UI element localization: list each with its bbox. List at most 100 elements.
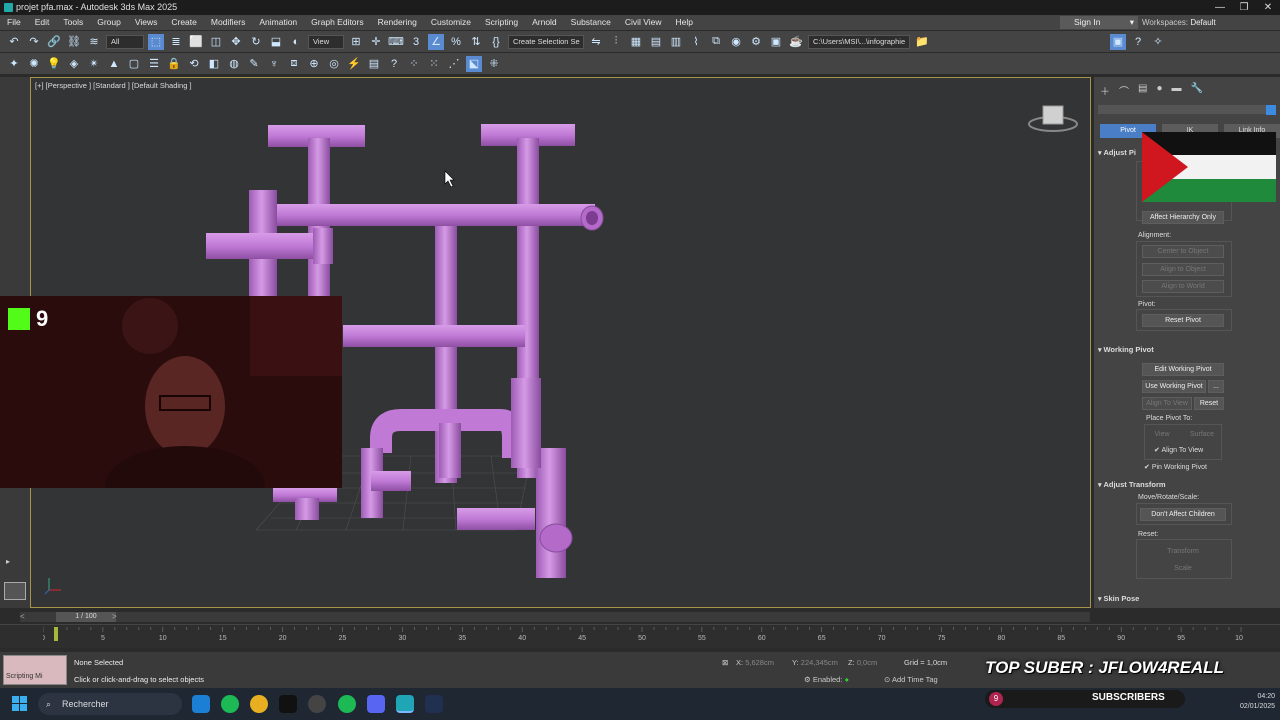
snap-active-icon[interactable]: ⬕: [466, 55, 482, 72]
menu-scripting[interactable]: Scripting: [478, 15, 525, 30]
chrome-icon[interactable]: [250, 695, 268, 713]
maxscript-mini-listener[interactable]: Scripting Mi: [3, 655, 67, 685]
menu-rendering[interactable]: Rendering: [371, 15, 424, 30]
working-pivot-rollout[interactable]: Working Pivot: [1098, 345, 1274, 354]
tiktok-icon[interactable]: [279, 695, 297, 713]
snap-point-icon[interactable]: ⁙: [426, 56, 442, 72]
sign-in-button[interactable]: Sign In ▾: [1060, 16, 1138, 29]
close-button[interactable]: ✕: [1256, 0, 1280, 15]
motion-tab-icon[interactable]: ●: [1156, 83, 1162, 98]
align-to-world-button[interactable]: Align to World: [1142, 280, 1224, 293]
material-editor-icon[interactable]: ◉: [728, 34, 744, 50]
selection-filter[interactable]: All: [106, 34, 144, 49]
system-clock[interactable]: 04:20 02/01/2025: [1240, 692, 1275, 712]
3ds-max-icon[interactable]: [396, 695, 414, 713]
toggle-scene-explorer-icon[interactable]: ▦: [628, 34, 644, 50]
reset-working-pivot-button[interactable]: Reset: [1194, 397, 1224, 410]
select-by-name-icon[interactable]: ≣: [168, 34, 184, 50]
crosshair-icon[interactable]: ⊕: [306, 56, 322, 72]
align-to-object-button[interactable]: Align to Object: [1142, 263, 1224, 276]
light-icon[interactable]: 💡: [46, 56, 62, 72]
time-slider-prev-icon[interactable]: <: [20, 612, 25, 622]
mirror-icon[interactable]: ⇋: [588, 34, 604, 50]
angle-snap-icon[interactable]: ∠: [428, 33, 444, 50]
render-setup-icon[interactable]: ⚙: [748, 34, 764, 50]
working-pivot-options-button[interactable]: ...: [1208, 380, 1224, 393]
bind-spacewarp-icon[interactable]: ≋: [86, 34, 102, 50]
create-tab-icon[interactable]: ＋: [1100, 83, 1110, 98]
move-icon[interactable]: ✥: [228, 34, 244, 50]
rotate-icon[interactable]: ↻: [248, 34, 264, 50]
menu-views[interactable]: Views: [128, 15, 165, 30]
reset-pivot-button[interactable]: Reset Pivot: [1142, 314, 1224, 327]
frame-icon[interactable]: ⧈: [286, 56, 302, 72]
named-selection-set[interactable]: Create Selection Se: [508, 34, 584, 49]
dont-affect-children-button[interactable]: Don't Affect Children: [1140, 508, 1226, 521]
place-icon[interactable]: ◐: [288, 34, 304, 50]
absolute-mode-icon[interactable]: ⊠: [722, 658, 728, 667]
add-time-tag[interactable]: ⊙ Add Time Tag: [884, 675, 938, 684]
menu-civil-view[interactable]: Civil View: [618, 15, 669, 30]
affect-hierarchy-only-button[interactable]: Affect Hierarchy Only: [1142, 211, 1224, 224]
percent-snap-icon[interactable]: %: [448, 34, 464, 50]
bolt-icon[interactable]: ⚡: [346, 56, 362, 72]
time-slider-next-icon[interactable]: >: [112, 612, 117, 622]
utilities-tab-icon[interactable]: 🔧: [1191, 83, 1203, 98]
help-icon[interactable]: ?: [1130, 34, 1146, 50]
place-view-button[interactable]: View: [1148, 429, 1176, 442]
notes-icon[interactable]: ▤: [366, 56, 382, 72]
ribbon-icon[interactable]: ▥: [668, 34, 684, 50]
menu-edit[interactable]: Edit: [28, 15, 57, 30]
paint-icon[interactable]: ◍: [226, 56, 242, 72]
viewcube[interactable]: [1027, 104, 1079, 139]
modify-tab-icon[interactable]: ⌒: [1119, 83, 1129, 98]
spotify-2-icon[interactable]: [338, 695, 356, 713]
enabled-toggle[interactable]: ⚙ Enabled: ●: [804, 675, 849, 684]
cone-icon[interactable]: ▲: [106, 56, 122, 72]
edit-working-pivot-button[interactable]: Edit Working Pivot: [1142, 363, 1224, 376]
minimize-button[interactable]: —: [1208, 0, 1232, 15]
windows-start-icon[interactable]: [12, 696, 28, 717]
menu-group[interactable]: Group: [90, 15, 128, 30]
menu-file[interactable]: File: [0, 15, 28, 30]
reset-transform-button[interactable]: Transform: [1142, 546, 1224, 559]
create-icon[interactable]: ✦: [6, 56, 22, 72]
geometry-icon[interactable]: ◈: [66, 56, 82, 72]
viewport-layout-tab-icon[interactable]: [4, 582, 26, 600]
obs-icon[interactable]: [308, 695, 326, 713]
lamp-icon[interactable]: ♆: [266, 56, 282, 72]
schematic-view-icon[interactable]: ⧉: [708, 34, 724, 50]
layer-explorer-icon[interactable]: ▤: [648, 34, 664, 50]
scale-icon[interactable]: ⬓: [268, 34, 284, 50]
unlink-icon[interactable]: ⛓: [66, 34, 82, 50]
menu-substance[interactable]: Substance: [564, 15, 618, 30]
discord-icon[interactable]: [367, 695, 385, 713]
taskbar-search[interactable]: ⌕ Rechercher: [38, 693, 182, 715]
time-marker[interactable]: [54, 627, 58, 641]
ai-assist-icon[interactable]: ✧: [1150, 34, 1166, 50]
eye-icon[interactable]: ◎: [326, 56, 342, 72]
menu-create[interactable]: Create: [164, 15, 204, 30]
list-icon[interactable]: ☰: [146, 56, 162, 72]
place-surface-button[interactable]: Surface: [1186, 429, 1218, 442]
reference-coord-system[interactable]: View: [308, 34, 344, 49]
time-slider[interactable]: < 1 / 100 >: [20, 612, 1090, 622]
use-working-pivot-button[interactable]: Use Working Pivot: [1142, 380, 1206, 393]
viewport-layout-icon[interactable]: ▣: [1110, 33, 1126, 50]
align-to-view-checkbox[interactable]: ✔ Align To View: [1154, 446, 1203, 454]
render-icon[interactable]: ☕: [788, 34, 804, 50]
menu-graph-editors[interactable]: Graph Editors: [304, 15, 370, 30]
menu-arnold[interactable]: Arnold: [525, 15, 564, 30]
rect-region-icon[interactable]: ⬜: [188, 34, 204, 50]
render-frame-icon[interactable]: ◧: [206, 56, 222, 72]
snap-options-icon[interactable]: ⁜: [486, 56, 502, 72]
select-object-icon[interactable]: ⬚: [148, 33, 164, 50]
menu-help[interactable]: Help: [669, 15, 700, 30]
y-value[interactable]: 224,345cm: [801, 658, 838, 667]
pin-working-pivot-checkbox[interactable]: ✔ Pin Working Pivot: [1144, 463, 1207, 471]
edit-named-selection-icon[interactable]: {}: [488, 34, 504, 50]
redo-icon[interactable]: ↷: [26, 34, 42, 50]
time-slider-frame[interactable]: 1 / 100: [56, 612, 116, 622]
align-to-view-button[interactable]: Align To View: [1142, 397, 1192, 410]
spinner-snap-icon[interactable]: ⇅: [468, 34, 484, 50]
